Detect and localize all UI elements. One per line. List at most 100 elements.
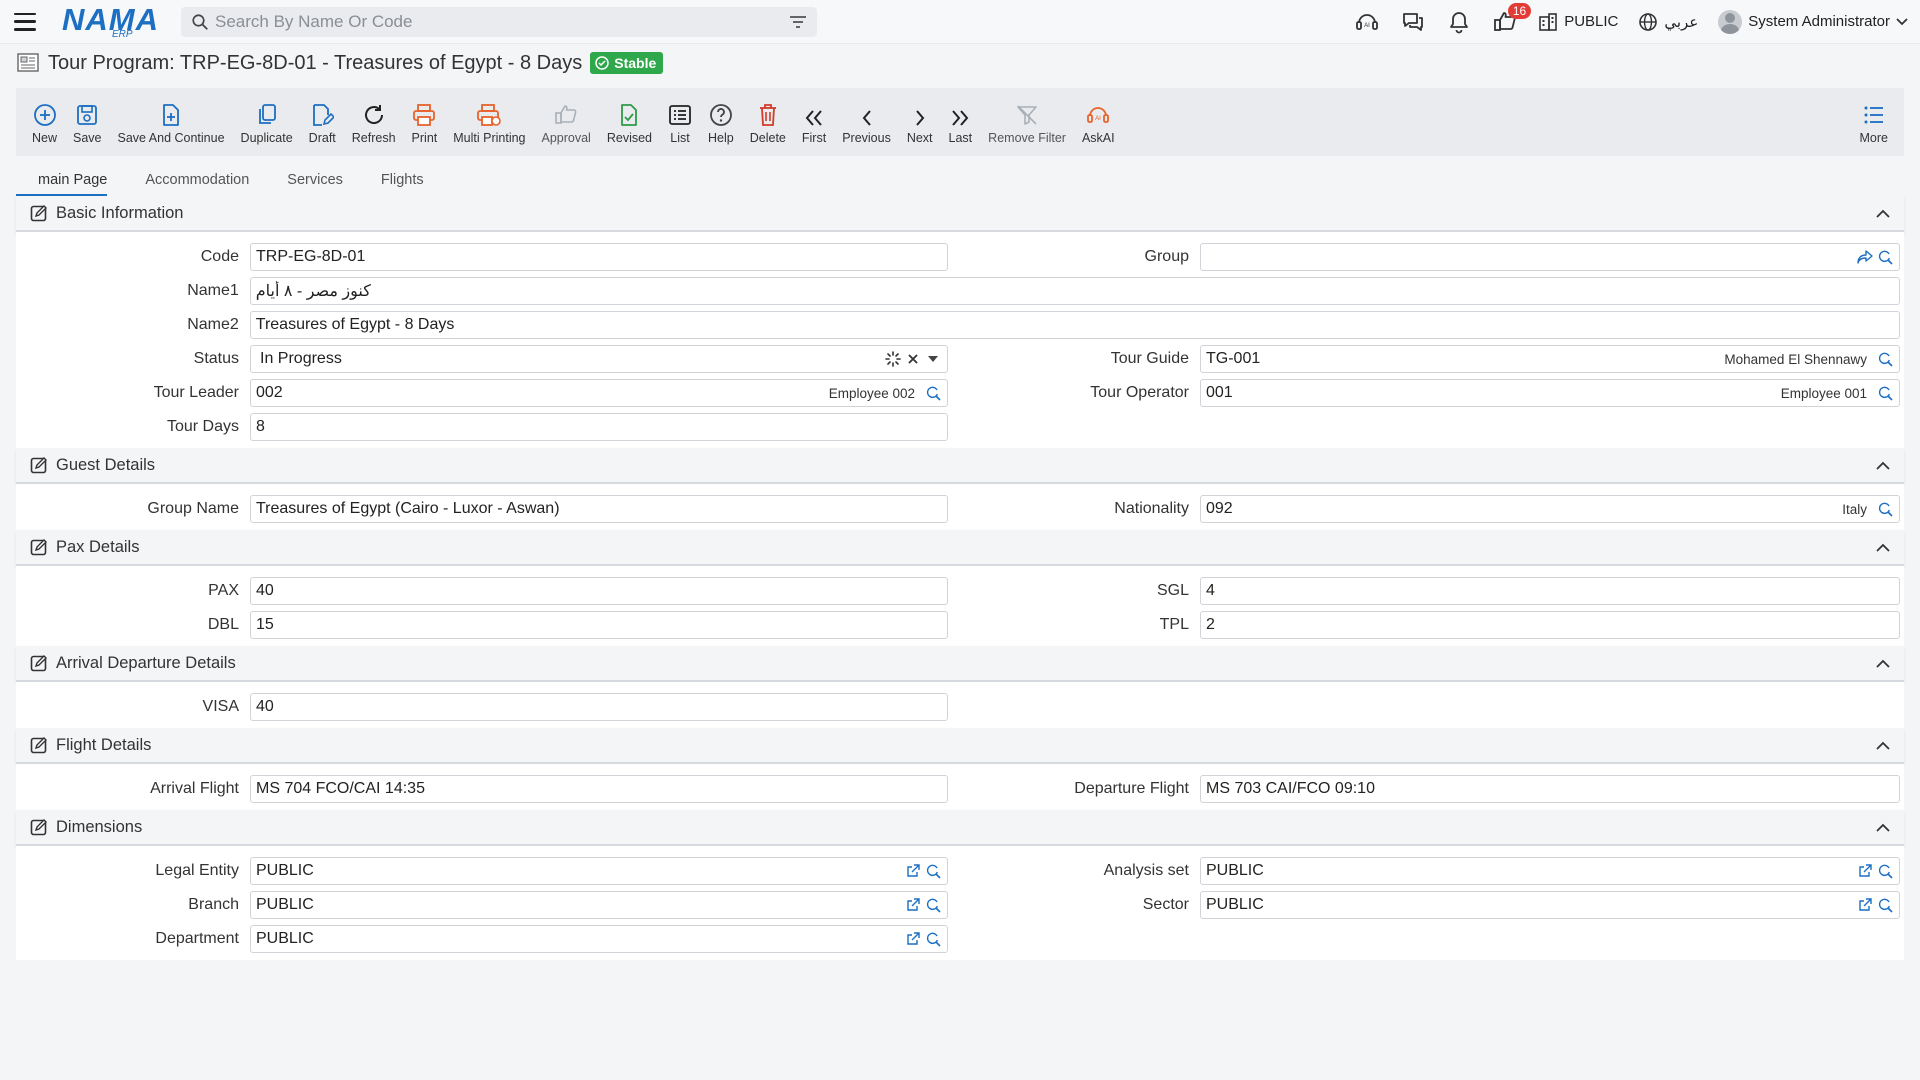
- department-field[interactable]: PUBLIC: [250, 925, 948, 953]
- lookup-search-icon[interactable]: [923, 894, 943, 916]
- tab-flights[interactable]: Flights: [365, 172, 440, 196]
- external-link-icon[interactable]: [903, 894, 923, 916]
- dropdown-arrow-icon[interactable]: [923, 348, 943, 370]
- multi-printing-button[interactable]: Multi Printing: [445, 92, 533, 152]
- department-label: Department: [155, 930, 239, 947]
- ai-assistant-icon[interactable]: AI: [1354, 9, 1380, 35]
- draft-button[interactable]: Draft: [301, 92, 344, 152]
- chevron-up-icon[interactable]: [1876, 209, 1890, 218]
- section-body-arrival-departure: VISA 40: [16, 682, 1904, 728]
- next-button[interactable]: Next: [899, 92, 941, 152]
- tab-accommodation[interactable]: Accommodation: [129, 172, 265, 196]
- filter-icon[interactable]: [789, 14, 807, 30]
- language-label: عربي: [1664, 13, 1699, 31]
- section-header-pax-details[interactable]: Pax Details: [16, 530, 1904, 566]
- status-select[interactable]: In Progress: [250, 345, 948, 373]
- chevron-up-icon[interactable]: [1876, 823, 1890, 832]
- section-header-arrival-departure[interactable]: Arrival Departure Details: [16, 646, 1904, 682]
- section-header-basic-information[interactable]: Basic Information: [16, 196, 1904, 232]
- sgl-field[interactable]: 4: [1200, 577, 1900, 605]
- tpl-field[interactable]: 2: [1200, 611, 1900, 639]
- askai-button[interactable]: AI AskAI: [1074, 92, 1123, 152]
- dbl-field[interactable]: 15: [250, 611, 948, 639]
- departure-flight-field[interactable]: MS 703 CAI/FCO 09:10: [1200, 775, 1900, 803]
- last-button[interactable]: Last: [941, 92, 981, 152]
- external-link-icon[interactable]: [903, 860, 923, 882]
- revised-button[interactable]: Revised: [599, 92, 660, 152]
- edit-square-icon: [30, 819, 47, 836]
- section-header-flight-details[interactable]: Flight Details: [16, 728, 1904, 764]
- lookup-search-icon[interactable]: [1875, 246, 1895, 268]
- chevron-up-icon[interactable]: [1876, 659, 1890, 668]
- save-button[interactable]: Save: [65, 92, 110, 152]
- lookup-search-icon[interactable]: [1875, 894, 1895, 916]
- lookup-search-icon[interactable]: [923, 928, 943, 950]
- lookup-search-icon[interactable]: [1875, 860, 1895, 882]
- lookup-search-icon[interactable]: [923, 860, 943, 882]
- lookup-search-icon[interactable]: [1875, 382, 1895, 404]
- branch-field[interactable]: PUBLIC: [250, 891, 948, 919]
- code-field[interactable]: TRP-EG-8D-01: [250, 243, 948, 271]
- previous-button[interactable]: Previous: [834, 92, 899, 152]
- dbl-value: 15: [256, 616, 274, 633]
- nationality-field[interactable]: 092 Italy: [1200, 495, 1900, 523]
- section-header-guest-details[interactable]: Guest Details: [16, 448, 1904, 484]
- delete-button[interactable]: Delete: [742, 92, 794, 152]
- chat-icon[interactable]: [1400, 9, 1426, 35]
- name1-field[interactable]: كنوز مصر - ٨ أيام: [249, 277, 1900, 305]
- lookup-search-icon[interactable]: [1875, 498, 1895, 520]
- branch-label: Branch: [188, 896, 239, 913]
- section-header-dimensions[interactable]: Dimensions: [16, 810, 1904, 846]
- draft-label: Draft: [308, 131, 336, 145]
- notification-bell-icon[interactable]: [1446, 9, 1472, 35]
- group-name-field[interactable]: Treasures of Egypt (Cairo - Luxor - Aswa…: [250, 495, 948, 523]
- tour-operator-name: Employee 001: [1780, 385, 1867, 401]
- help-button[interactable]: Help: [700, 92, 742, 152]
- search-input[interactable]: [215, 11, 789, 32]
- pax-field[interactable]: 40: [250, 577, 948, 605]
- likes-icon[interactable]: 16: [1492, 2, 1532, 35]
- clear-icon[interactable]: [903, 348, 923, 370]
- external-link-icon[interactable]: [903, 928, 923, 950]
- company-selector[interactable]: PUBLIC: [1538, 12, 1618, 32]
- save-and-continue-button[interactable]: Save And Continue: [110, 92, 233, 152]
- tab-services[interactable]: Services: [271, 172, 359, 196]
- user-name: System Administrator: [1748, 13, 1890, 30]
- sector-field[interactable]: PUBLIC: [1200, 891, 1900, 919]
- tour-guide-field[interactable]: TG-001 Mohamed El Shennawy: [1200, 345, 1900, 373]
- user-menu[interactable]: System Administrator: [1718, 9, 1908, 34]
- visa-field[interactable]: 40: [250, 693, 948, 721]
- legal-entity-field[interactable]: PUBLIC: [250, 857, 948, 885]
- print-button[interactable]: Print: [404, 92, 446, 152]
- tour-days-field[interactable]: 8: [250, 413, 948, 441]
- external-link-icon[interactable]: [1855, 860, 1875, 882]
- tour-operator-field[interactable]: 001 Employee 001: [1200, 379, 1900, 407]
- name2-field[interactable]: Treasures of Egypt - 8 Days: [249, 311, 1900, 339]
- refresh-button[interactable]: Refresh: [344, 92, 404, 152]
- approval-button[interactable]: Approval: [534, 92, 599, 152]
- lookup-search-icon[interactable]: [923, 382, 943, 404]
- share-icon[interactable]: [1855, 246, 1875, 268]
- more-button[interactable]: More: [1852, 92, 1896, 152]
- chevron-up-icon[interactable]: [1876, 543, 1890, 552]
- first-button[interactable]: First: [794, 92, 834, 152]
- group-field[interactable]: [1200, 243, 1900, 271]
- external-link-icon[interactable]: [1855, 894, 1875, 916]
- new-button[interactable]: New: [24, 92, 65, 152]
- lookup-search-icon[interactable]: [1875, 348, 1895, 370]
- logo[interactable]: NAMA ERP: [62, 4, 159, 40]
- tab-main-page[interactable]: main Page: [16, 172, 108, 196]
- remove-filter-button[interactable]: Remove Filter: [980, 92, 1074, 152]
- file-plus-icon: [163, 104, 179, 126]
- analysis-set-field[interactable]: PUBLIC: [1200, 857, 1900, 885]
- duplicate-button[interactable]: Duplicate: [233, 92, 301, 152]
- menu-icon[interactable]: [14, 12, 36, 31]
- list-button[interactable]: List: [660, 92, 700, 152]
- chevron-up-icon[interactable]: [1876, 461, 1890, 470]
- form-tabs: main Page Accommodation Services Flights: [16, 162, 1904, 196]
- arrival-flight-field[interactable]: MS 704 FCO/CAI 14:35: [250, 775, 948, 803]
- tour-leader-field[interactable]: 002 Employee 002: [250, 379, 948, 407]
- language-selector[interactable]: عربي: [1638, 12, 1698, 32]
- edit-square-icon: [30, 457, 47, 474]
- chevron-up-icon[interactable]: [1876, 741, 1890, 750]
